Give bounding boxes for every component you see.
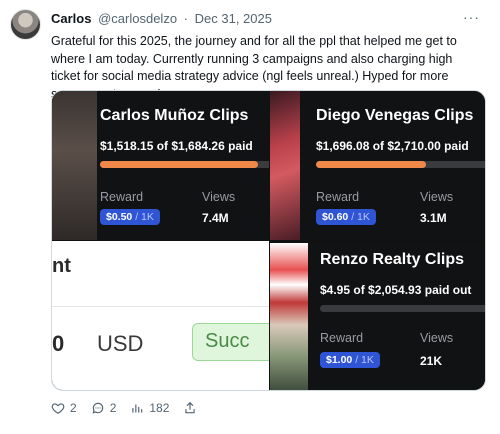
like-count: 2 [70, 401, 77, 415]
campaign-thumbnail [52, 91, 97, 240]
reply-count: 2 [109, 401, 117, 415]
campaign-card: Renzo Realty Clips $4.95 of $2,054.93 pa… [270, 243, 485, 390]
reward-label: Reward [100, 190, 144, 204]
campaign-progress-bar [100, 161, 269, 168]
reward-pill: $0.50 / 1K [100, 209, 160, 225]
campaign-card: Diego Venegas Clips $1,696.08 of $2,710.… [270, 91, 485, 240]
campaign-card: Carlos Muñoz Clips $1,518.15 of $1,684.2… [52, 91, 269, 240]
views-label: Views [420, 190, 454, 204]
campaign-paid: $1,518.15 of $1,684.26 paid [100, 139, 253, 153]
campaign-progress-bar [320, 305, 485, 312]
campaign-title: Diego Venegas Clips [316, 107, 474, 124]
reward-unit: / 1K [135, 211, 154, 223]
post-media[interactable]: Carlos Muñoz Clips $1,518.15 of $1,684.2… [51, 90, 486, 391]
campaign-title: Carlos Muñoz Clips [100, 107, 249, 124]
campaign-progress-bar [316, 161, 485, 168]
payout-status-badge: Succ [192, 323, 269, 361]
reward-value: $0.50 [106, 211, 133, 223]
reward-unit: / 1K [355, 354, 374, 366]
payout-currency: USD [97, 331, 144, 356]
post: Carlos @carlosdelzo · Dec 31, 2025 ··· G… [0, 0, 500, 434]
views-label: Views [420, 331, 454, 345]
campaign-progress-fill [316, 161, 427, 168]
reward-label: Reward [320, 331, 364, 345]
payout-panel: nt 0 USD Succ [52, 241, 269, 390]
share-icon [185, 401, 196, 414]
divider [52, 306, 269, 307]
payout-heading: nt [52, 255, 71, 277]
reward-unit: / 1K [351, 211, 370, 223]
reply-button[interactable]: 2 [91, 401, 117, 415]
share-button[interactable] [183, 401, 202, 415]
campaign-title: Renzo Realty Clips [320, 251, 465, 268]
heart-icon [51, 403, 65, 414]
author-handle[interactable]: @carlosdelzo [98, 11, 177, 26]
views-button[interactable]: 182 [130, 401, 169, 415]
avatar[interactable] [10, 9, 41, 40]
author-name[interactable]: Carlos [51, 11, 91, 26]
campaign-thumbnail [270, 91, 300, 240]
payout-amount: 0 [52, 331, 65, 356]
campaign-progress-fill [100, 161, 258, 168]
views-value: 7.4M [202, 211, 229, 225]
more-icon[interactable]: ··· [463, 9, 480, 25]
campaign-thumbnail [270, 243, 308, 390]
separator: · [183, 11, 189, 26]
campaign-paid: $1,696.08 of $2,710.00 paid [316, 139, 469, 153]
post-date[interactable]: Dec 31, 2025 [195, 11, 272, 26]
views-count: 182 [149, 401, 170, 415]
post-actions: 2 2 182 [51, 400, 216, 416]
views-value: 21K [420, 354, 443, 368]
views-label: Views [202, 190, 236, 204]
campaign-paid: $4.95 of $2,054.93 paid out [320, 283, 472, 297]
reply-icon [92, 402, 103, 414]
views-icon [132, 404, 143, 413]
reward-value: $1.00 [326, 354, 353, 366]
reward-pill: $1.00 / 1K [320, 352, 380, 368]
views-value: 3.1M [420, 211, 447, 225]
reward-pill: $0.60 / 1K [316, 209, 376, 225]
post-header: Carlos @carlosdelzo · Dec 31, 2025 [51, 11, 272, 26]
reward-label: Reward [316, 190, 360, 204]
like-button[interactable]: 2 [51, 401, 77, 415]
reward-value: $0.60 [322, 211, 349, 223]
